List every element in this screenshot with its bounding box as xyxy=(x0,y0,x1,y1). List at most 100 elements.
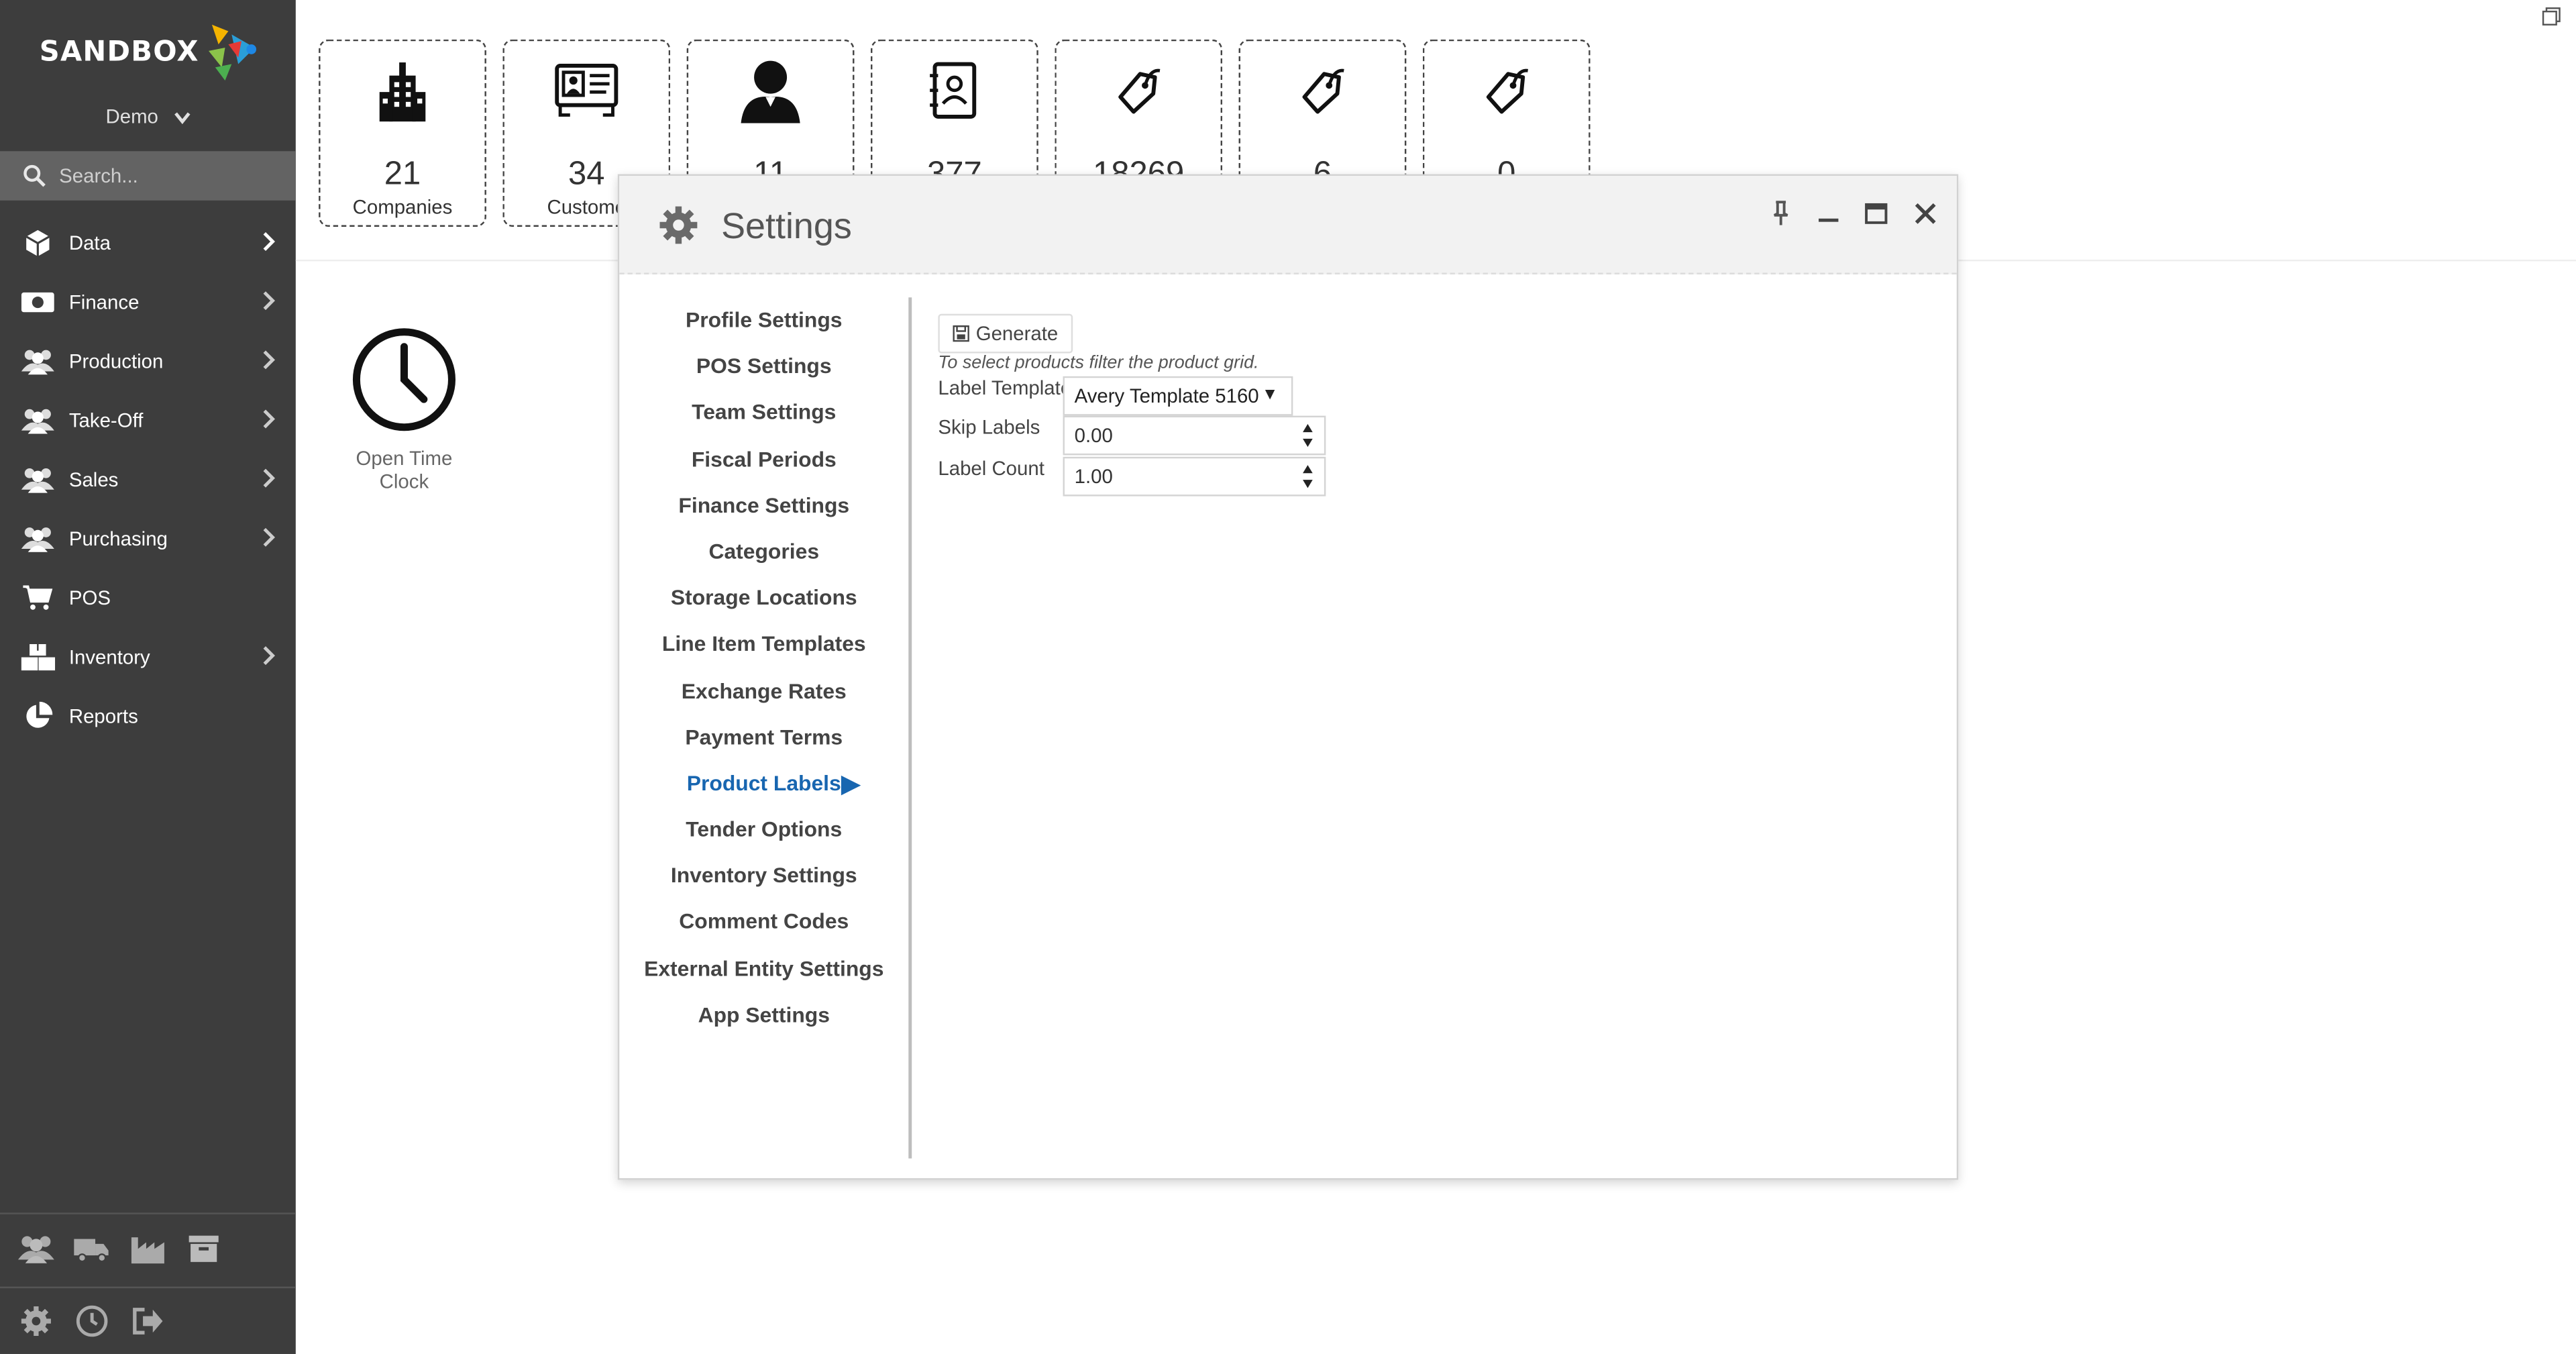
search-bar[interactable] xyxy=(0,151,296,201)
archive-icon[interactable] xyxy=(184,1231,223,1267)
menu-item-inventory-settings[interactable]: Inventory Settings xyxy=(619,853,908,900)
chevron-right-icon xyxy=(263,291,275,311)
sidebar-item-finance[interactable]: Finance xyxy=(0,273,296,332)
close-icon[interactable] xyxy=(1907,195,1943,231)
pin-icon[interactable] xyxy=(1763,195,1799,231)
menu-item-storage-locations[interactable]: Storage Locations xyxy=(619,575,908,621)
sidebar: SANDBOX Demo Data xyxy=(0,0,296,1354)
menu-item-external-entity-settings[interactable]: External Entity Settings xyxy=(619,946,908,992)
users-icon xyxy=(19,347,56,376)
play-arrow-icon xyxy=(841,775,861,796)
save-icon xyxy=(953,325,969,342)
menu-item-tender-options[interactable]: Tender Options xyxy=(619,807,908,853)
truck-icon[interactable] xyxy=(72,1231,112,1267)
tile-label: Companies xyxy=(352,195,453,219)
label-template-value: Avery Template 5160 xyxy=(1074,384,1259,408)
sidebar-item-label: Take-Off xyxy=(68,409,144,433)
dialog-title: Settings xyxy=(721,205,852,247)
spinner-arrows-icon[interactable] xyxy=(1301,422,1315,448)
open-time-clock[interactable]: Open Time Clock xyxy=(329,325,480,493)
clock-icon xyxy=(352,328,455,431)
menu-item-finance-settings[interactable]: Finance Settings xyxy=(619,482,908,529)
logo[interactable]: SANDBOX xyxy=(40,23,265,82)
menu-item-comment-codes[interactable]: Comment Codes xyxy=(619,900,908,946)
chevron-right-icon xyxy=(263,350,275,370)
label-count-value: 1.00 xyxy=(1074,465,1113,488)
generate-button[interactable]: Generate xyxy=(938,313,1073,354)
search-icon xyxy=(23,164,46,187)
sidebar-item-data[interactable]: Data xyxy=(0,213,296,272)
brand-logo-icon xyxy=(209,24,257,81)
building-icon xyxy=(321,58,485,123)
sidebar-footer xyxy=(0,1212,296,1354)
menu-item-app-settings[interactable]: App Settings xyxy=(619,992,908,1039)
sidebar-item-reports[interactable]: Reports xyxy=(0,687,296,746)
tile-companies[interactable]: 21 Companies xyxy=(319,39,486,227)
logout-icon[interactable] xyxy=(128,1303,168,1339)
sidebar-item-production[interactable]: Production xyxy=(0,332,296,391)
menu-item-payment-terms[interactable]: Payment Terms xyxy=(619,715,908,761)
clock-icon[interactable] xyxy=(72,1303,112,1339)
label-count-label: Label Count xyxy=(938,456,1044,480)
menu-item-exchange-rates[interactable]: Exchange Rates xyxy=(619,668,908,715)
menu-item-product-labels[interactable]: Product Labels xyxy=(619,761,908,807)
cube-icon xyxy=(19,228,56,258)
address-book-icon xyxy=(872,58,1036,123)
dialog-header[interactable]: Settings xyxy=(619,176,1957,274)
tag-icon xyxy=(1057,58,1221,123)
environment-label: Demo xyxy=(105,105,158,129)
menu-item-team-settings[interactable]: Team Settings xyxy=(619,390,908,436)
gear-icon[interactable] xyxy=(16,1303,56,1339)
sidebar-nav: Data Finance Production Take-Off Sales P… xyxy=(0,213,296,745)
sidebar-item-label: POS xyxy=(68,586,111,610)
settings-menu: Profile Settings POS Settings Team Setti… xyxy=(619,297,908,1038)
pie-chart-icon xyxy=(19,701,56,731)
spinner-arrows-icon[interactable] xyxy=(1301,464,1315,490)
menu-item-line-item-templates[interactable]: Line Item Templates xyxy=(619,621,908,668)
generate-label: Generate xyxy=(975,322,1059,346)
chevron-down-icon xyxy=(174,112,190,124)
contact-card-icon xyxy=(504,58,669,123)
filter-hint: To select products filter the product gr… xyxy=(938,353,1259,373)
sidebar-item-label: Sales xyxy=(68,468,119,492)
label-count-input[interactable]: 1.00 xyxy=(1063,456,1326,497)
menu-item-label: Product Labels xyxy=(686,770,841,796)
menu-item-pos-settings[interactable]: POS Settings xyxy=(619,344,908,390)
menu-item-profile-settings[interactable]: Profile Settings xyxy=(619,297,908,344)
chevron-right-icon xyxy=(263,646,275,666)
factory-icon[interactable] xyxy=(128,1231,168,1267)
menu-item-categories[interactable]: Categories xyxy=(619,529,908,575)
maximize-icon[interactable] xyxy=(1858,195,1894,231)
label-template-select[interactable]: Avery Template 5160 ▼ xyxy=(1063,376,1293,416)
sidebar-item-sales[interactable]: Sales xyxy=(0,450,296,509)
sidebar-item-label: Reports xyxy=(68,705,138,728)
sidebar-item-label: Data xyxy=(68,231,111,255)
search-input[interactable] xyxy=(59,164,273,188)
sidebar-item-pos[interactable]: POS xyxy=(0,568,296,627)
skip-labels-label: Skip Labels xyxy=(938,415,1040,439)
sidebar-item-inventory[interactable]: Inventory xyxy=(0,628,296,687)
dropdown-arrow-icon: ▼ xyxy=(1262,386,1279,405)
user-icon xyxy=(688,58,853,123)
menu-item-fiscal-periods[interactable]: Fiscal Periods xyxy=(619,436,908,482)
sidebar-item-label: Production xyxy=(68,350,164,373)
sidebar-item-take-off[interactable]: Take-Off xyxy=(0,391,296,450)
sidebar-item-label: Purchasing xyxy=(68,527,168,551)
users-icon xyxy=(19,524,56,554)
sidebar-item-label: Finance xyxy=(68,291,140,314)
environment-selector[interactable]: Demo xyxy=(0,105,296,128)
users-icon[interactable] xyxy=(16,1231,56,1267)
chevron-right-icon xyxy=(263,527,275,547)
sidebar-item-label: Inventory xyxy=(68,645,150,669)
skip-labels-input[interactable]: 0.00 xyxy=(1063,415,1326,456)
time-clock-label: Open Time Clock xyxy=(356,447,453,493)
skip-labels-value: 0.00 xyxy=(1074,423,1113,448)
tag-icon xyxy=(1240,58,1405,123)
chevron-right-icon xyxy=(263,409,275,429)
boxes-icon xyxy=(19,643,56,672)
label-template-label: Label Template xyxy=(938,376,1072,400)
money-icon xyxy=(19,288,56,317)
restore-window-icon[interactable] xyxy=(2536,3,2566,30)
minimize-icon[interactable] xyxy=(1811,195,1847,231)
sidebar-item-purchasing[interactable]: Purchasing xyxy=(0,509,296,568)
